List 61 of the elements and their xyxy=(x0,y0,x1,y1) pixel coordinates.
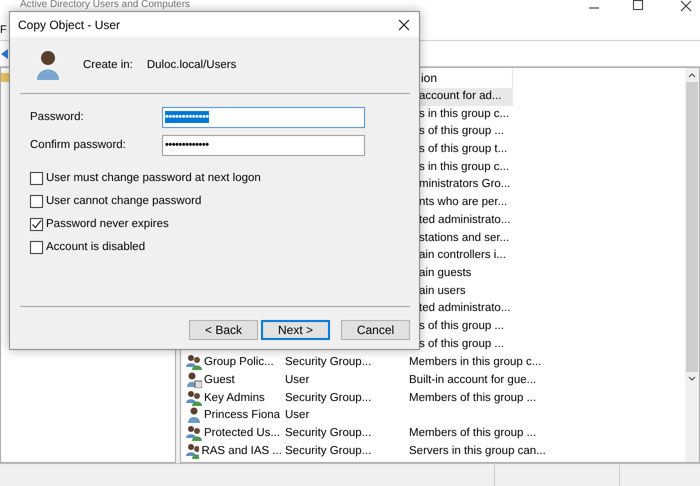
table-cell: Members of this group ... xyxy=(408,392,536,404)
table-cell-text: Security Group... xyxy=(284,426,372,439)
password-field[interactable]: ••••••••••••• xyxy=(162,106,365,128)
dialog-button[interactable]: < Back xyxy=(189,320,258,340)
table-cell-text: Security Group... xyxy=(284,392,372,404)
group-icon xyxy=(186,424,202,441)
table-cell: Members in this group c... xyxy=(408,356,542,368)
table-cell-text: ain controllers i... xyxy=(419,248,507,264)
field-label: Confirm password: xyxy=(30,139,127,151)
group-icon xyxy=(186,390,202,406)
table-cell-text: ain users xyxy=(419,284,467,299)
checkbox[interactable] xyxy=(30,218,43,230)
window-title: Active Directory Users and Computers xyxy=(20,0,190,10)
dialog-button[interactable]: Cancel xyxy=(341,320,410,340)
scroll-down-icon[interactable] xyxy=(688,376,696,382)
back-arrow-icon[interactable] xyxy=(0,48,8,60)
scrollbar[interactable] xyxy=(685,68,699,462)
group-icon xyxy=(186,354,202,370)
checkbox-label[interactable]: Account is disabled xyxy=(46,241,146,253)
password-field[interactable]: ••••••••••••• xyxy=(162,134,365,156)
table-cell-text: nts who are per... xyxy=(419,195,508,210)
close-icon[interactable] xyxy=(680,0,692,12)
dialog-button[interactable]: Next > xyxy=(261,320,330,340)
table-cell: Built-in account for gue... xyxy=(408,374,536,386)
table-cell[interactable]: RAS and IAS ... xyxy=(201,444,282,457)
create-in-label: Create in: xyxy=(83,59,133,71)
checkbox[interactable] xyxy=(30,240,43,254)
table-cell[interactable]: Princess Fiona xyxy=(204,409,280,422)
table-cell-text: User xyxy=(284,374,310,386)
table-cell[interactable]: Key Admins xyxy=(204,392,265,404)
user-icon xyxy=(186,407,202,424)
checkbox[interactable] xyxy=(30,172,43,184)
checkbox-label[interactable]: Password never expires xyxy=(46,218,169,230)
user-icon xyxy=(186,372,202,388)
table-cell-text: ministrators Gro... xyxy=(419,177,512,192)
create-in-path: Duloc.local/Users xyxy=(146,59,236,71)
checkbox-label[interactable]: User must change password at next logon xyxy=(46,172,261,184)
table-cell-text: stations and ser... xyxy=(419,230,510,246)
table-cell-text: Security Group... xyxy=(284,356,372,368)
dialog-title: Copy Object - User xyxy=(18,18,120,32)
close-icon[interactable] xyxy=(398,18,410,30)
checkbox-label[interactable]: User cannot change password xyxy=(46,195,202,207)
scroll-thumb[interactable] xyxy=(686,82,698,372)
table-cell-text: Security Group... xyxy=(284,444,372,457)
table-cell[interactable]: Guest xyxy=(204,374,235,386)
user-icon xyxy=(36,49,60,81)
checkbox[interactable] xyxy=(30,194,43,208)
group-icon xyxy=(186,442,200,459)
scroll-up-icon[interactable] xyxy=(688,72,696,78)
table-cell[interactable]: Group Polic... xyxy=(204,356,274,368)
field-label: Password: xyxy=(30,111,85,123)
table-cell: account for ad... xyxy=(419,88,513,106)
table-cell: Servers in this group can... xyxy=(408,444,546,457)
table-cell[interactable]: Protected Us... xyxy=(204,426,280,439)
table-cell-text: ain guests xyxy=(419,266,472,281)
table-cell-text: User xyxy=(284,409,310,422)
table-cell-text: ted administrato... xyxy=(419,301,512,316)
menu-item[interactable]: F xyxy=(0,24,7,36)
table-cell-text: ted administrato... xyxy=(419,212,512,228)
maximize-icon[interactable] xyxy=(632,0,644,12)
table-cell: Members of this group ... xyxy=(408,426,536,439)
